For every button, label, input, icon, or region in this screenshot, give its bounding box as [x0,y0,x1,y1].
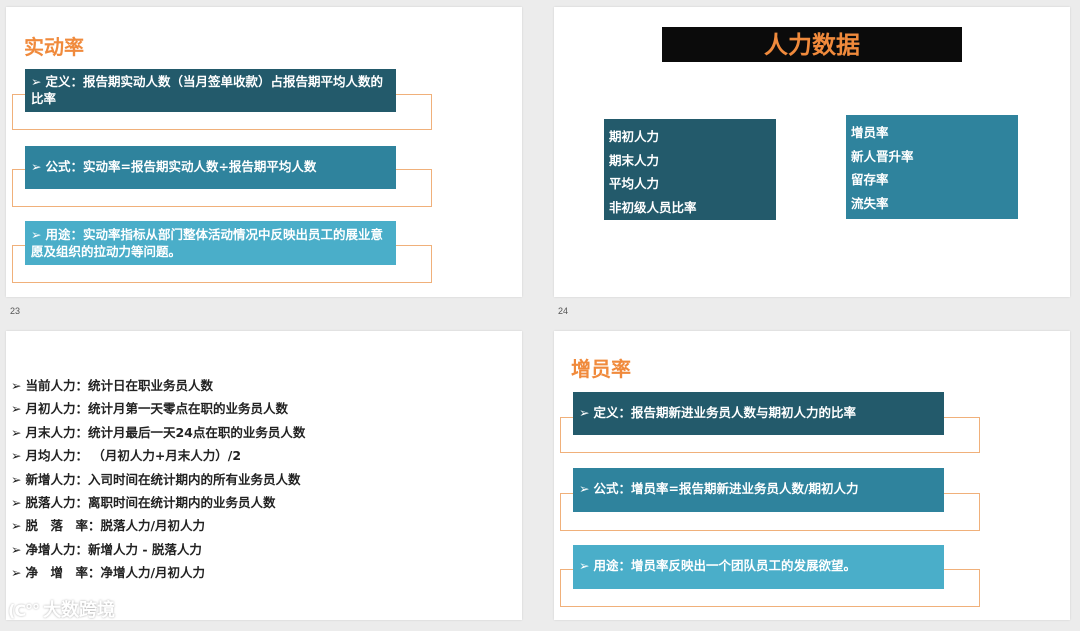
formula-text: 公式：实动率=报告期实动人数÷报告期平均人数 [45,159,317,174]
arrow-bullet-icon: ➢ [579,558,590,573]
usage-box: ➢ 用途：增员率反映出一个团队员工的发展欲望。 [573,545,944,589]
arrow-bullet-icon: ➢ [11,565,22,581]
metric-item: 平均人力 [609,176,660,191]
list-item: ➢ 脱 落 率：脱落人力/月初人力 [11,518,206,534]
formula-box: ➢ 公式：实动率=报告期实动人数÷报告期平均人数 [25,146,396,189]
metric-item: 增员率 [851,125,889,140]
arrow-bullet-icon: ➢ [31,74,42,89]
slide-23[interactable]: 实动率 ➢ 定义：报告期实动人数（当月签单收款）占报告期平均人数的比率 ➢ 公式：实… [6,7,522,297]
arrow-bullet-icon: ➢ [31,227,42,242]
arrow-bullet-icon: ➢ [11,401,22,417]
slide-26[interactable]: 增员率 ➢ 定义：报告期新进业务员人数与期初人力的比率 ➢ 公式：增员率=报告期新进… [554,331,1070,620]
slide-24[interactable]: 人力数据 期初人力 期末人力 平均人力 非初级人员比率 增员率 新人晋升率 留存… [554,7,1070,297]
left-metrics-box: 期初人力 期末人力 平均人力 非初级人员比率 [604,119,776,220]
list-item: ➢ 净增人力：新增人力 - 脱落人力 [11,541,202,557]
list-item: ➢ 净 增 率：净增人力/月初人力 [11,565,206,581]
arrow-bullet-icon: ➢ [11,471,22,487]
metric-item: 新人晋升率 [851,148,914,164]
list-item: ➢ 当前人力：统计日在职业务员人数 [11,378,213,393]
arrow-bullet-icon: ➢ [579,481,590,496]
formula-box: ➢ 公式：增员率=报告期新进业务员人数/期初人力 [573,468,944,512]
list-item: ➢ 脱落人力：离职时间在统计期内的业务员人数 [11,494,276,510]
metric-item: 期末人力 [609,152,660,168]
arrow-bullet-icon: ➢ [11,448,22,464]
definition-text: 定义：报告期实动人数（当月签单收款）占报告期平均人数的比率 [31,74,383,106]
arrow-bullet-icon: ➢ [11,424,22,440]
arrow-bullet-icon: ➢ [11,518,22,534]
slide-number: 24 [558,306,569,316]
metric-item: 流失率 [851,195,889,211]
banner-title: 人力数据 [662,27,962,62]
arrow-bullet-icon: ➢ [579,405,590,420]
arrow-bullet-icon: ➢ [11,541,22,557]
definition-text: 定义：报告期新进业务员人数与期初人力的比率 [593,405,856,420]
watermark-logo-icon: (C°° [8,601,40,620]
usage-box: ➢ 用途：实动率指标从部门整体活动情况中反映出员工的展业意愿及组织的拉动力等问题。 [25,221,396,265]
slide-25[interactable]: ➢ 当前人力：统计日在职业务员人数 ➢ 月初人力：统计月第一天零点在职的业务员人数 … [6,331,522,620]
slide-number: 23 [10,306,21,316]
list-item: ➢ 月均人力： （月初人力+月末人力）/2 [11,448,242,464]
definition-box: ➢ 定义：报告期实动人数（当月签单收款）占报告期平均人数的比率 [25,69,396,112]
usage-text: 用途：实动率指标从部门整体活动情况中反映出员工的展业意愿及组织的拉动力等问题。 [31,227,383,259]
watermark: (C°° 大数跨境 [8,596,115,622]
list-item: ➢ 月初人力：统计月第一天零点在职的业务员人数 [11,401,288,417]
definition-list: ➢ 当前人力：统计日在职业务员人数 ➢ 月初人力：统计月第一天零点在职的业务员人数 … [11,374,305,585]
watermark-text: 大数跨境 [43,600,116,621]
metric-item: 非初级人员比率 [609,199,697,215]
usage-text: 用途：增员率反映出一个团队员工的发展欲望。 [593,558,856,573]
arrow-bullet-icon: ➢ [11,494,22,510]
right-metrics-box: 增员率 新人晋升率 留存率 流失率 [846,115,1018,219]
formula-text: 公式：增员率=报告期新进业务员人数/期初人力 [593,481,859,496]
arrow-bullet-icon: ➢ [11,378,22,393]
definition-box: ➢ 定义：报告期新进业务员人数与期初人力的比率 [573,392,944,435]
slide-title: 实动率 [24,35,84,59]
metric-item: 期初人力 [609,129,660,144]
list-item: ➢ 月末人力：统计月最后一天24点在职的业务员人数 [11,424,306,440]
slide-title: 增员率 [571,357,631,381]
arrow-bullet-icon: ➢ [31,159,42,174]
list-item: ➢ 新增人力：入司时间在统计期内的所有业务员人数 [11,471,301,487]
metric-item: 留存率 [851,172,889,187]
